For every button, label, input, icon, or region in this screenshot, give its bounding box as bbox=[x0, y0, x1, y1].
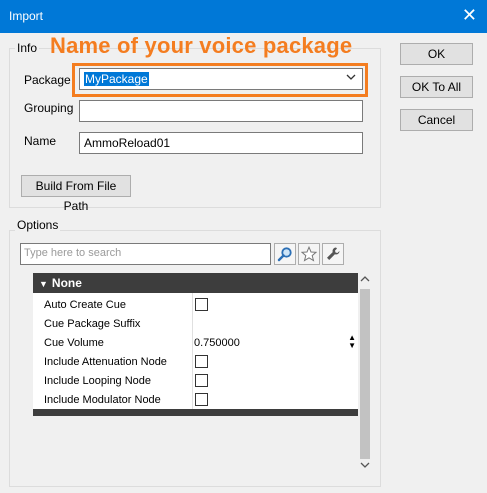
property-name: Cue Volume bbox=[44, 337, 104, 349]
auto-create-cue-checkbox[interactable] bbox=[195, 298, 208, 311]
search-input[interactable]: Type here to search bbox=[20, 243, 271, 265]
cancel-button[interactable]: Cancel bbox=[400, 109, 473, 131]
property-row-cue-volume: Cue Volume 0.750000 ▲ ▼ bbox=[33, 334, 358, 353]
property-row-cue-package-suffix: Cue Package Suffix bbox=[33, 315, 358, 334]
annotation-text: Name of your voice package bbox=[50, 33, 353, 58]
name-input[interactable]: AmmoReload01 bbox=[79, 132, 363, 154]
collapse-triangle-icon[interactable]: ▼ bbox=[39, 279, 48, 289]
scrollbar-thumb[interactable] bbox=[360, 289, 370, 459]
grouping-input[interactable] bbox=[79, 100, 363, 122]
property-row-include-attenuation-node: Include Attenuation Node bbox=[33, 353, 358, 372]
property-name: Include Attenuation Node bbox=[44, 356, 167, 368]
cue-volume-value[interactable]: 0.750000 bbox=[194, 337, 240, 349]
property-row-include-modulator-node: Include Modulator Node bbox=[33, 391, 358, 410]
property-name: Include Looping Node bbox=[44, 375, 152, 387]
title-bar: Import ✕ bbox=[0, 0, 487, 33]
grouping-label: Grouping bbox=[24, 101, 74, 115]
property-name: Auto Create Cue bbox=[44, 299, 126, 311]
info-group-label: Info bbox=[15, 41, 40, 55]
property-name: Cue Package Suffix bbox=[44, 318, 141, 330]
section-title: None bbox=[51, 276, 82, 290]
include-looping-node-checkbox[interactable] bbox=[195, 374, 208, 387]
property-row-include-looping-node: Include Looping Node bbox=[33, 372, 358, 391]
package-label: Package bbox=[24, 73, 71, 87]
section-footer bbox=[33, 409, 358, 416]
favorite-button[interactable] bbox=[298, 243, 320, 265]
spin-arrows-icon[interactable]: ▲ ▼ bbox=[348, 334, 356, 350]
ok-to-all-button[interactable]: OK To All bbox=[400, 76, 473, 98]
include-attenuation-node-checkbox[interactable] bbox=[195, 355, 208, 368]
property-grid: ▼ None Auto Create Cue Cue Package Suffix… bbox=[33, 273, 358, 416]
name-label: Name bbox=[24, 134, 57, 148]
close-icon[interactable]: ✕ bbox=[462, 5, 477, 25]
options-group-label: Options bbox=[15, 218, 61, 232]
scroll-down-icon[interactable] bbox=[360, 461, 370, 472]
settings-button[interactable] bbox=[322, 243, 344, 265]
ok-button[interactable]: OK bbox=[400, 43, 473, 65]
include-modulator-node-checkbox[interactable] bbox=[195, 393, 208, 406]
property-name: Include Modulator Node bbox=[44, 394, 161, 406]
vertical-scrollbar[interactable] bbox=[358, 273, 372, 476]
build-from-file-path-button[interactable]: Build From File Path bbox=[21, 175, 131, 213]
window-title: Import bbox=[9, 9, 44, 23]
property-row-auto-create-cue: Auto Create Cue bbox=[33, 296, 358, 315]
search-button[interactable] bbox=[274, 243, 296, 265]
section-header[interactable]: ▼ None bbox=[33, 273, 358, 293]
scroll-up-icon[interactable] bbox=[360, 275, 370, 286]
annotation-highlight-box bbox=[72, 63, 368, 97]
